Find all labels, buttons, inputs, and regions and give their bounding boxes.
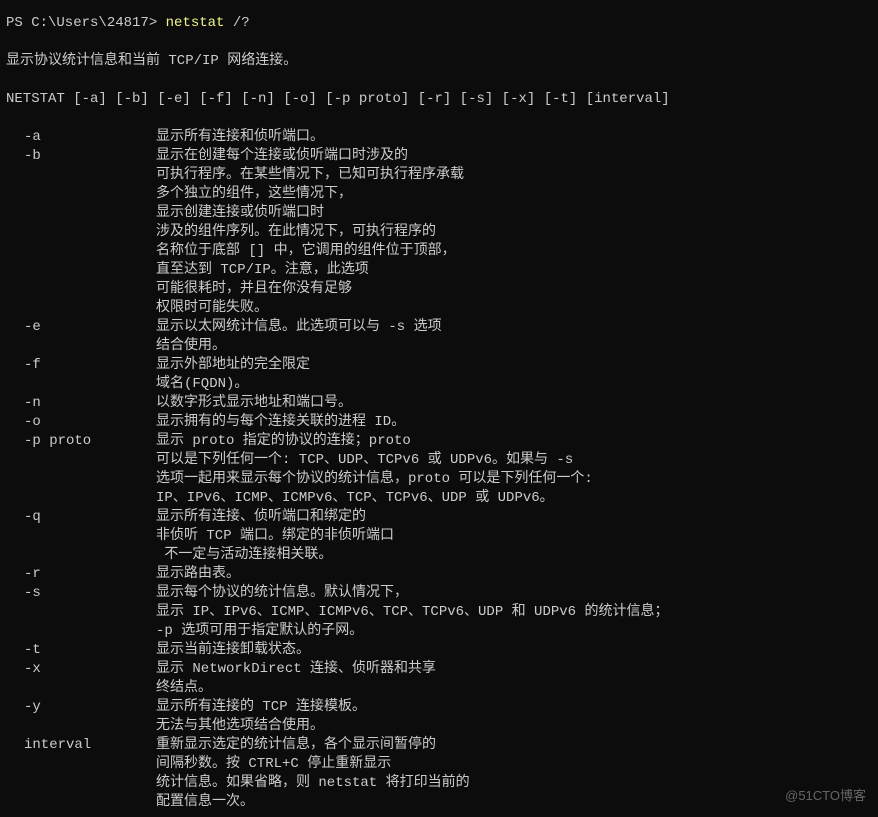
option-flag: -y [6,698,156,717]
usage-line: NETSTAT [-a] [-b] [-e] [-f] [-n] [-o] [-… [6,90,872,109]
option-q: -q显示所有连接、侦听端口和绑定的 [6,508,872,527]
option-text: 以数字形式显示地址和端口号。 [156,394,872,413]
option-b-cont: 权限时可能失败。 [6,299,872,318]
option-y-cont: 无法与其他选项结合使用。 [6,717,872,736]
option-flag: -b [6,147,156,166]
option-b: -b显示在创建每个连接或侦听端口时涉及的 [6,147,872,166]
option-b-cont: 多个独立的组件，这些情况下， [6,185,872,204]
option-interval: interval重新显示选定的统计信息，各个显示间暂停的 [6,736,872,755]
help-summary: 显示协议统计信息和当前 TCP/IP 网络连接。 [6,52,872,71]
option-text: 显示以太网统计信息。此选项可以与 -s 选项 [156,318,872,337]
option-text: 显示所有连接、侦听端口和绑定的 [156,508,872,527]
option-interval-cont: 间隔秒数。按 CTRL+C 停止重新显示 [6,755,872,774]
option-flag: -q [6,508,156,527]
option-flag: -e [6,318,156,337]
option-q-cont: 不一定与活动连接相关联。 [6,546,872,565]
option-r: -r显示路由表。 [6,565,872,584]
option-s-cont: -p 选项可用于指定默认的子网。 [6,622,872,641]
option-e-cont: 结合使用。 [6,337,872,356]
prompt-args: /? [224,15,249,31]
option-o: -o显示拥有的与每个连接关联的进程 ID。 [6,413,872,432]
option-text: 显示当前连接卸载状态。 [156,641,872,660]
option-f: -f显示外部地址的完全限定 [6,356,872,375]
option-flag: -n [6,394,156,413]
option-text: 显示路由表。 [156,565,872,584]
option-s: -s显示每个协议的统计信息。默认情况下， [6,584,872,603]
watermark: @51CTO博客 [785,786,866,805]
option-interval-cont: 统计信息。如果省略，则 netstat 将打印当前的 [6,774,872,793]
option-e: -e显示以太网统计信息。此选项可以与 -s 选项 [6,318,872,337]
option-text: 显示 proto 指定的协议的连接；proto [156,432,872,451]
option-flag: -t [6,641,156,660]
option-x-cont: 终结点。 [6,679,872,698]
option-b-cont: 可执行程序。在某些情况下，已知可执行程序承载 [6,166,872,185]
option-x: -x显示 NetworkDirect 连接、侦听器和共享 [6,660,872,679]
option-s-cont: 显示 IP、IPv6、ICMP、ICMPv6、TCP、TCPv6、UDP 和 U… [6,603,872,622]
terminal-output[interactable]: PS C:\Users\24817> netstat /? 显示协议统计信息和当… [6,14,872,812]
option-flag: -o [6,413,156,432]
option-text: 显示 NetworkDirect 连接、侦听器和共享 [156,660,872,679]
option-flag: -a [6,128,156,147]
option-t: -t显示当前连接卸载状态。 [6,641,872,660]
prompt-command: netstat [166,15,225,31]
option-p-cont: IP、IPv6、ICMP、ICMPv6、TCP、TCPv6、UDP 或 UDPv… [6,489,872,508]
option-p: -p proto显示 proto 指定的协议的连接；proto [6,432,872,451]
option-b-cont: 显示创建连接或侦听端口时 [6,204,872,223]
option-text: 显示所有连接和侦听端口。 [156,128,872,147]
option-a: -a显示所有连接和侦听端口。 [6,128,872,147]
option-p-cont: 选项一起用来显示每个协议的统计信息，proto 可以是下列任何一个: [6,470,872,489]
option-text: 显示拥有的与每个连接关联的进程 ID。 [156,413,872,432]
option-flag: -x [6,660,156,679]
option-text: 显示所有连接的 TCP 连接模板。 [156,698,872,717]
prompt-prefix: PS C:\Users\24817> [6,15,166,31]
option-flag: -p proto [6,432,156,451]
option-f-cont: 域名(FQDN)。 [6,375,872,394]
option-interval-cont: 配置信息一次。 [6,793,872,812]
option-b-cont: 直至达到 TCP/IP。注意，此选项 [6,261,872,280]
option-text: 显示在创建每个连接或侦听端口时涉及的 [156,147,872,166]
option-n: -n以数字形式显示地址和端口号。 [6,394,872,413]
option-flag: -s [6,584,156,603]
option-text: 显示每个协议的统计信息。默认情况下， [156,584,872,603]
option-text: 重新显示选定的统计信息，各个显示间暂停的 [156,736,872,755]
option-b-cont: 涉及的组件序列。在此情况下，可执行程序的 [6,223,872,242]
option-y: -y显示所有连接的 TCP 连接模板。 [6,698,872,717]
option-q-cont: 非侦听 TCP 端口。绑定的非侦听端口 [6,527,872,546]
option-p-cont: 可以是下列任何一个: TCP、UDP、TCPv6 或 UDPv6。如果与 -s [6,451,872,470]
option-b-cont: 可能很耗时，并且在你没有足够 [6,280,872,299]
option-text: 显示外部地址的完全限定 [156,356,872,375]
option-flag: -f [6,356,156,375]
option-flag: interval [6,736,156,755]
prompt-line: PS C:\Users\24817> netstat /? [6,14,872,33]
option-b-cont: 名称位于底部 [] 中，它调用的组件位于顶部， [6,242,872,261]
option-flag: -r [6,565,156,584]
